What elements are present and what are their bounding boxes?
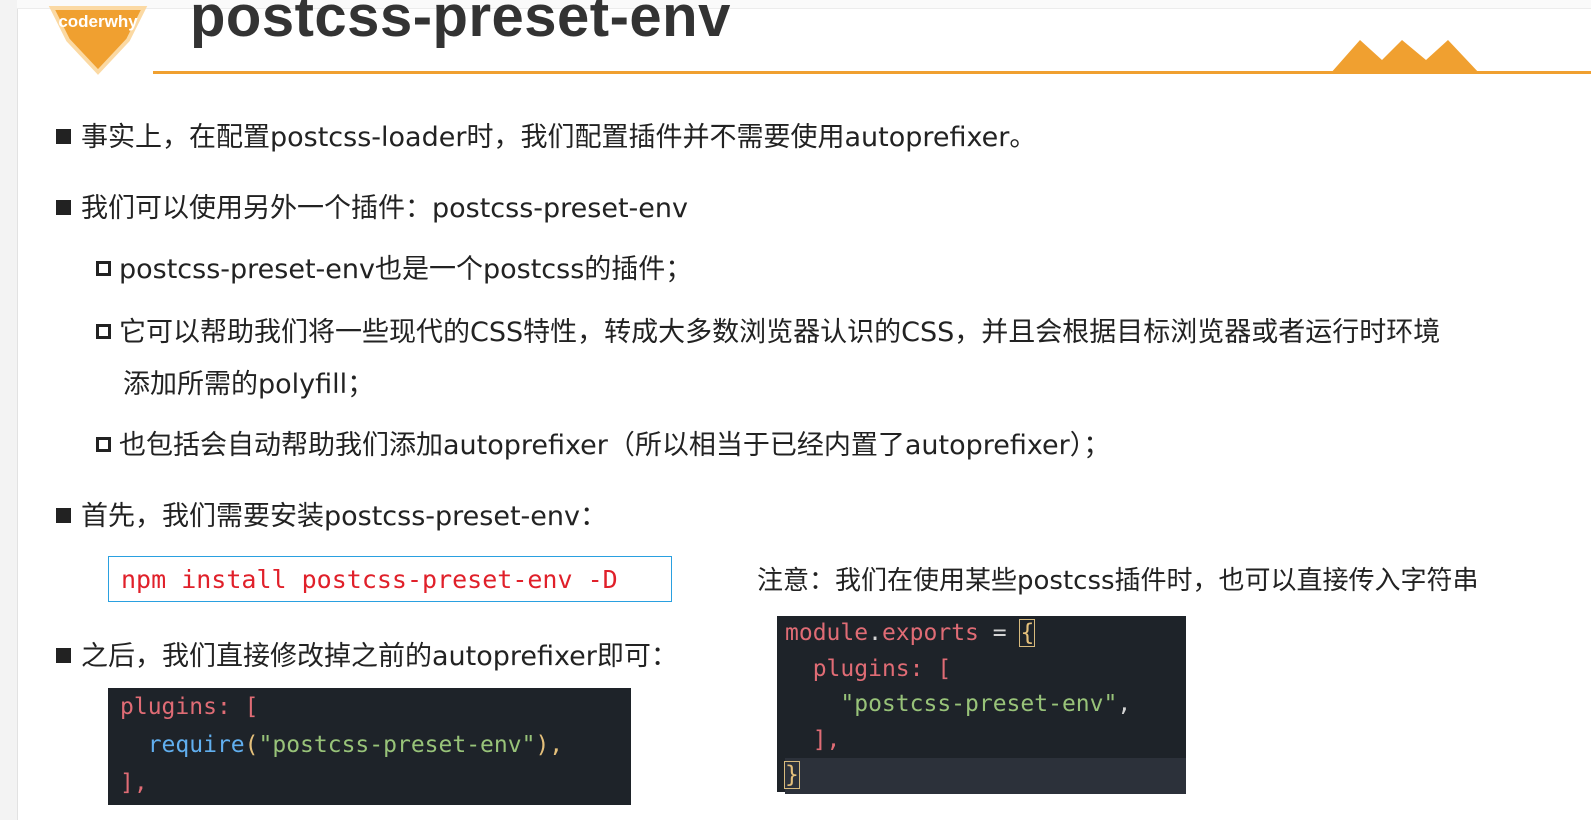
square-bullet-icon xyxy=(56,200,71,215)
sub-bullet-item: postcss-preset-env也是一个postcss的插件； xyxy=(96,252,692,288)
code-line: plugins: [ xyxy=(812,655,952,682)
hollow-square-bullet-icon xyxy=(96,324,111,339)
sub-bullet-continuation: 添加所需的polyfill； xyxy=(123,369,375,400)
code-block-require: plugins: [ require("postcss-preset-env")… xyxy=(108,688,631,805)
bullet-item: 我们可以使用另外一个插件：postcss-preset-env xyxy=(56,191,688,227)
logo-text: coderwhy xyxy=(58,12,138,31)
bullet-item: 之后，我们直接修改掉之前的autoprefixer即可： xyxy=(56,639,678,675)
code-line: ], xyxy=(812,726,841,753)
square-bullet-icon xyxy=(56,508,71,523)
hollow-square-bullet-icon xyxy=(96,261,111,276)
code-line: } xyxy=(784,758,1186,794)
square-bullet-icon xyxy=(56,648,71,663)
code-line: module.exports = { xyxy=(785,619,1036,647)
code-line: require("postcss-preset-env"), xyxy=(147,732,564,758)
sub-bullet-item: 它可以帮助我们将一些现代的CSS特性，转成大多数浏览器认识的CSS，并且会根据目… xyxy=(96,315,1440,351)
left-margin-strip xyxy=(0,0,18,820)
install-command: npm install postcss-preset-env -D xyxy=(108,556,672,602)
mountains-decoration xyxy=(1330,40,1480,74)
bullet-item: 首先，我们需要安装postcss-preset-env： xyxy=(56,499,607,535)
sub-bullet-item: 也包括会自动帮助我们添加autoprefixer（所以相当于已经内置了autop… xyxy=(96,428,1110,464)
square-bullet-icon xyxy=(56,129,71,144)
code-line: plugins: [ xyxy=(120,694,259,720)
page-title: postcss-preset-env xyxy=(190,0,731,49)
coderwhy-logo: coderwhy xyxy=(48,6,148,75)
note-text: 注意：我们在使用某些postcss插件时，也可以直接传入字符串 xyxy=(757,566,1479,596)
bullet-item: 事实上，在配置postcss-loader时，我们配置插件并不需要使用autop… xyxy=(56,120,1036,156)
code-line: "postcss-preset-env", xyxy=(840,691,1132,717)
hollow-square-bullet-icon xyxy=(96,437,111,452)
code-line: ], xyxy=(120,770,148,796)
code-block-module-exports: module.exports = { plugins: [ "postcss-p… xyxy=(777,616,1186,794)
